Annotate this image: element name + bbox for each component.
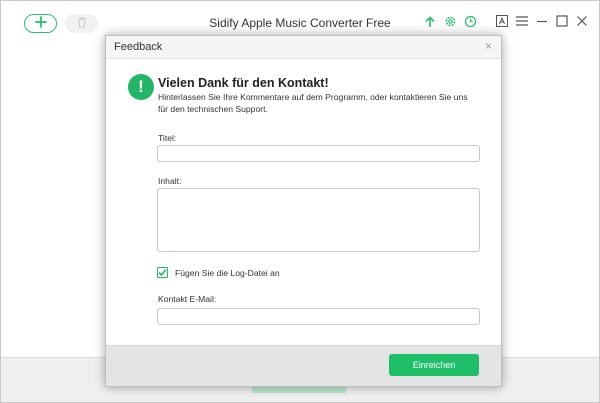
log-file-checkbox[interactable] <box>157 267 168 278</box>
minimize-icon[interactable] <box>535 14 549 28</box>
email-input[interactable] <box>157 308 480 325</box>
upload-icon[interactable] <box>423 14 437 28</box>
dialog-footer: Einreichen <box>106 345 501 386</box>
checkmark-icon <box>158 264 167 282</box>
content-textarea[interactable] <box>157 188 480 252</box>
close-icon[interactable] <box>575 14 589 28</box>
menu-icon[interactable] <box>515 14 529 28</box>
title-field-label: Titel: <box>158 133 177 143</box>
feedback-dialog: Feedback × ! Vielen Dank für den Kontakt… <box>105 35 502 387</box>
toolbar-icons <box>423 14 589 28</box>
gear-icon[interactable] <box>443 14 457 28</box>
submit-button[interactable]: Einreichen <box>389 354 479 376</box>
info-icon: ! <box>128 74 154 100</box>
log-file-label[interactable]: Fügen Sie die Log-Datei an <box>175 268 280 278</box>
text-icon[interactable] <box>495 14 509 28</box>
dialog-title: Feedback <box>114 41 163 53</box>
dialog-close-icon[interactable]: × <box>485 39 492 53</box>
email-field-label: Kontakt E-Mail: <box>158 294 217 304</box>
title-input[interactable] <box>157 145 480 162</box>
content-field-label: Inhalt: <box>158 176 182 186</box>
dialog-subtext: Hinterlassen Sie Ihre Kommentare auf dem… <box>158 92 468 114</box>
maximize-icon[interactable] <box>555 14 569 28</box>
dialog-heading: Vielen Dank für den Kontakt! <box>158 76 329 90</box>
dialog-header: Feedback × <box>106 36 501 59</box>
clock-icon[interactable] <box>463 14 477 28</box>
